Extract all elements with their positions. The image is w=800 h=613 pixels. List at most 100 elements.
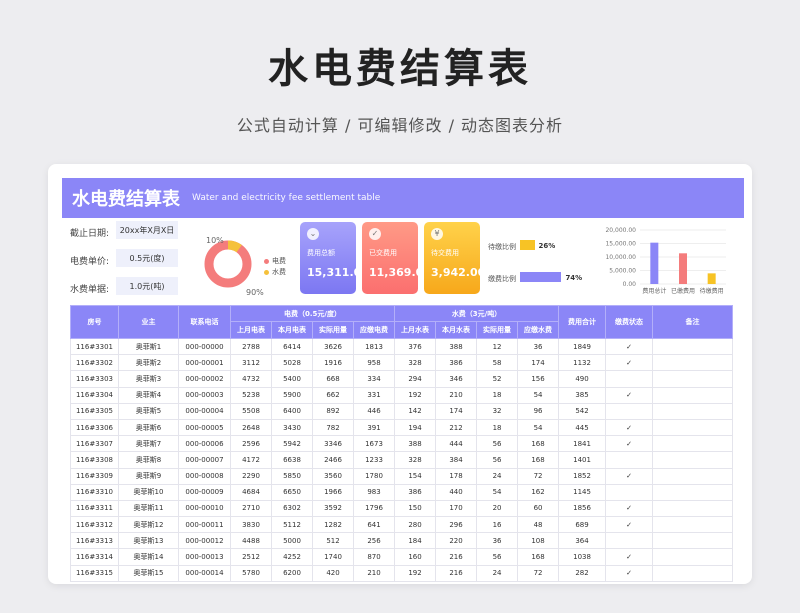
table-cell[interactable]: 5942 [271,435,313,453]
table-cell[interactable]: 18 [476,418,519,437]
table-cell[interactable]: 2788 [230,337,272,356]
table-cell[interactable] [652,483,734,501]
table-cell[interactable]: 奥菲斯1 [118,337,179,356]
table-cell[interactable]: 5028 [271,354,313,372]
table-cell[interactable] [652,402,734,420]
table-cell[interactable]: 5780 [230,564,272,582]
table-cell[interactable]: ✓ [605,548,654,566]
table-cell[interactable]: 000-00010 [178,499,231,518]
table-cell[interactable]: 000-00002 [178,370,231,388]
table-cell[interactable]: ✓ [605,499,654,518]
table-cell[interactable]: 116#3304 [70,386,119,404]
table-cell[interactable]: 1780 [352,467,396,485]
table-cell[interactable]: 983 [352,483,396,501]
electric-price-value[interactable]: 0.5元(度) [116,249,178,267]
table-cell[interactable]: 奥菲斯7 [118,435,179,453]
table-cell[interactable]: 56 [476,435,519,453]
table-cell[interactable]: 000-00005 [178,418,231,437]
table-cell[interactable]: 116#3312 [70,516,119,534]
table-cell[interactable]: 156 [517,370,560,388]
table-cell[interactable]: 5112 [271,516,313,534]
table-cell[interactable]: 6638 [271,451,313,469]
table-cell[interactable]: 奥菲斯15 [118,564,179,582]
table-cell[interactable]: 奥菲斯9 [118,467,179,485]
table-cell[interactable]: 296 [435,516,478,534]
table-cell[interactable]: 奥菲斯4 [118,386,179,404]
table-cell[interactable]: 116#3301 [70,337,119,356]
table-cell[interactable] [652,532,734,550]
table-cell[interactable]: 3430 [271,418,313,437]
table-cell[interactable]: 168 [517,548,560,566]
table-cell[interactable]: 4488 [230,532,272,550]
table-cell[interactable]: 000-00012 [178,532,231,550]
table-cell[interactable]: 108 [517,532,560,550]
table-cell[interactable]: 奥菲斯8 [118,451,179,469]
table-cell[interactable]: 3592 [312,499,354,518]
table-cell[interactable] [652,386,734,404]
table-cell[interactable]: 54 [517,386,560,404]
table-cell[interactable]: 3830 [230,516,272,534]
table-cell[interactable]: 000-00006 [178,435,231,453]
table-cell[interactable]: 210 [352,564,396,582]
table-cell[interactable]: 6200 [271,564,313,582]
table-cell[interactable]: 奥菲斯12 [118,516,179,534]
table-cell[interactable]: 282 [558,564,607,582]
table-cell[interactable]: 116#3314 [70,548,119,566]
table-cell[interactable]: 1145 [558,483,607,501]
table-cell[interactable]: ✓ [605,467,654,485]
table-cell[interactable]: 36 [476,532,519,550]
table-cell[interactable] [652,548,734,566]
table-cell[interactable]: 3112 [230,354,272,372]
table-cell[interactable]: 6650 [271,483,313,501]
table-cell[interactable]: 116#3303 [70,370,119,388]
table-cell[interactable]: 1849 [558,337,607,356]
table-cell[interactable]: 160 [394,548,437,566]
table-cell[interactable]: 192 [394,564,437,582]
table-cell[interactable]: 3346 [312,435,354,453]
table-cell[interactable]: 212 [435,418,478,437]
table-cell[interactable]: 346 [435,370,478,388]
table-cell[interactable]: ✓ [605,337,654,356]
table-cell[interactable]: 641 [352,516,396,534]
table-cell[interactable]: 1813 [352,337,396,356]
table-cell[interactable]: 000-00008 [178,467,231,485]
table-cell[interactable] [605,451,654,469]
table-cell[interactable]: 142 [394,402,437,420]
table-cell[interactable]: 58 [476,354,519,372]
table-cell[interactable]: 334 [352,370,396,388]
table-cell[interactable]: 216 [435,548,478,566]
table-cell[interactable]: 2512 [230,548,272,566]
table-cell[interactable]: 116#3306 [70,418,119,437]
table-cell[interactable]: 24 [476,564,519,582]
table-cell[interactable]: 000-00011 [178,516,231,534]
table-cell[interactable]: 1282 [312,516,354,534]
table-cell[interactable] [605,370,654,388]
table-cell[interactable]: 54 [517,418,560,437]
table-cell[interactable] [652,337,734,356]
table-cell[interactable]: 56 [476,451,519,469]
table-cell[interactable]: 36 [517,337,560,356]
table-cell[interactable]: 668 [312,370,354,388]
table-cell[interactable]: 782 [312,418,354,437]
table-cell[interactable]: 2710 [230,499,272,518]
table-cell[interactable]: 1038 [558,548,607,566]
table-cell[interactable]: 892 [312,402,354,420]
table-cell[interactable]: 178 [435,467,478,485]
table-cell[interactable]: 174 [435,402,478,420]
table-cell[interactable]: 奥菲斯6 [118,418,179,437]
table-cell[interactable]: 1856 [558,499,607,518]
table-cell[interactable]: 奥菲斯3 [118,370,179,388]
table-cell[interactable] [652,370,734,388]
table-cell[interactable]: 5400 [271,370,313,388]
table-cell[interactable]: 1852 [558,467,607,485]
table-cell[interactable]: 1796 [352,499,396,518]
table-cell[interactable]: 220 [435,532,478,550]
table-cell[interactable]: 12 [476,337,519,356]
table-cell[interactable]: 1740 [312,548,354,566]
table-cell[interactable]: 420 [312,564,354,582]
table-cell[interactable]: 386 [394,483,437,501]
table-cell[interactable]: 72 [517,564,560,582]
table-cell[interactable]: 56 [476,548,519,566]
table-cell[interactable]: 168 [517,451,560,469]
table-cell[interactable]: 奥菲斯11 [118,499,179,518]
